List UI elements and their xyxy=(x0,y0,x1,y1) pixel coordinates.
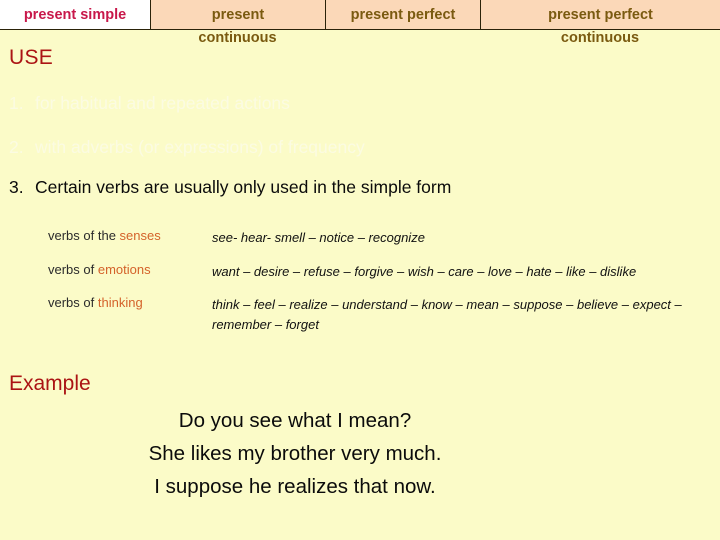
verb-category-thinking-prefix: verbs of xyxy=(48,295,98,310)
tab-present-continuous-subline: continuous xyxy=(198,30,277,46)
verb-category-senses-prefix: verbs of the xyxy=(48,228,120,243)
verb-category-thinking-accent: thinking xyxy=(97,295,143,310)
use-list-item-2-text: with adverbs (or expressions) of frequen… xyxy=(35,137,365,157)
verb-examples-emotions: want – desire – refuse – forgive – wish … xyxy=(212,263,637,279)
use-list-item-1-number: 1. xyxy=(9,93,24,113)
verb-category-senses-accent: senses xyxy=(119,228,161,243)
example-heading: Example xyxy=(9,372,91,395)
tab-present-perfect-continuous-subline: continuous xyxy=(560,30,640,46)
example-sentences: Do you see what I mean? She likes my bro… xyxy=(110,404,480,504)
use-list-item-3-text: Certain verbs are usually only used in t… xyxy=(35,177,452,197)
tab-present-continuous[interactable]: present xyxy=(150,0,325,29)
table-row: verbs of the senses see- hear- smell – n… xyxy=(48,228,693,248)
verb-category-emotions-prefix: verbs of xyxy=(48,261,98,277)
verb-category-thinking: verbs of thinking xyxy=(48,295,212,334)
verb-category-emotions-accent: emotions xyxy=(97,261,151,277)
verb-category-emotions: verbs of emotions xyxy=(48,262,212,282)
use-list-item-2-number: 2. xyxy=(9,137,24,157)
tense-tab-bar: present simple present present perfect p… xyxy=(0,0,720,30)
use-list-item-2: 2. with adverbs (or expressions) of frequ… xyxy=(9,137,365,158)
use-list-item-3-number: 3. xyxy=(9,177,24,197)
tab-present-perfect-continuous-label: present perfect xyxy=(548,6,653,23)
verb-examples-thinking: think – feel – realize – understand – kn… xyxy=(212,297,682,332)
verb-examples-senses: see- hear- smell – notice – recognize xyxy=(212,230,425,245)
verb-category-senses: verbs of the senses xyxy=(48,228,212,248)
use-list-item-1-text: for habitual and repeated actions xyxy=(35,93,290,113)
tab-present-perfect-label: present perfect xyxy=(350,6,456,23)
example-sentence-3: I suppose he realizes that now. xyxy=(154,475,436,499)
use-heading: USE xyxy=(9,46,54,69)
tab-present-perfect[interactable]: present perfect xyxy=(325,0,480,29)
verb-category-table: verbs of the senses see- hear- smell – n… xyxy=(48,228,693,348)
tab-present-simple[interactable]: present simple xyxy=(0,0,150,29)
tab-present-simple-label: present simple xyxy=(23,6,127,23)
table-row: verbs of thinking think – feel – realize… xyxy=(48,295,693,334)
tab-present-continuous-label: present xyxy=(211,6,265,23)
tab-present-perfect-continuous[interactable]: present perfect xyxy=(480,0,720,29)
use-list-item-1: 1. for habitual and repeated actions xyxy=(9,93,290,114)
example-sentence-1: Do you see what I mean? xyxy=(178,409,412,432)
example-sentence-2: She likes my brother very much. xyxy=(148,442,442,466)
table-row: verbs of emotions want – desire – refuse… xyxy=(48,262,693,282)
use-list-item-3: 3. Certain verbs are usually only used in… xyxy=(9,177,451,198)
